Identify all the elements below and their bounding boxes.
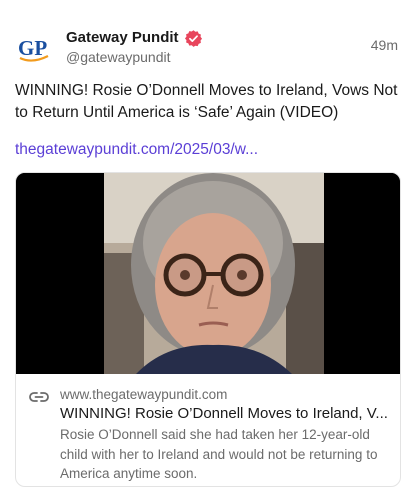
post-timestamp[interactable]: 49m xyxy=(371,36,398,54)
card-domain: www.thegatewaypundit.com xyxy=(60,387,228,402)
author-name-row[interactable]: Gateway Pundit xyxy=(66,27,203,49)
svg-text:GP: GP xyxy=(18,36,47,60)
card-description: Rosie O’Donnell said she had taken her 1… xyxy=(60,427,378,481)
verified-badge-icon xyxy=(184,29,203,48)
link-icon xyxy=(29,390,49,404)
author-avatar[interactable]: GP xyxy=(14,28,54,68)
card-thumbnail-image[interactable] xyxy=(16,173,400,374)
card-meta[interactable]: www.thegatewaypundit.com WINNING! Rosie … xyxy=(16,374,400,486)
author-handle[interactable]: @gatewaypundit xyxy=(66,48,171,66)
card-title[interactable]: WINNING! Rosie O’Donnell Moves to Irelan… xyxy=(60,404,390,424)
post-link[interactable]: thegatewaypundit.com/2025/03/w... xyxy=(15,139,258,161)
social-post: GP Gateway Pundit @gatewaypundit 49m WIN… xyxy=(0,0,415,500)
author-display-name[interactable]: Gateway Pundit xyxy=(66,28,179,48)
link-preview-card[interactable]: www.thegatewaypundit.com WINNING! Rosie … xyxy=(15,172,401,487)
post-text: WINNING! Rosie O’Donnell Moves to Irelan… xyxy=(15,82,398,121)
